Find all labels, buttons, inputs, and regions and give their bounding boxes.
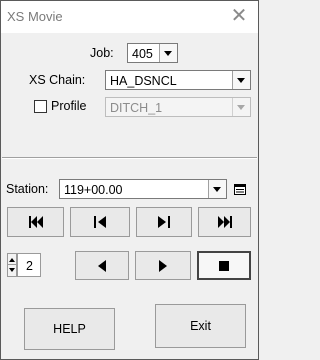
station-dropdown[interactable]: 119+00.00 xyxy=(59,179,227,199)
xs-chain-value: HA_DSNCL xyxy=(110,74,177,88)
job-dropdown[interactable]: 405 xyxy=(127,43,178,63)
skip-to-first-icon xyxy=(28,216,43,228)
speed-spinner[interactable] xyxy=(7,253,17,277)
xs-chain-label: XS Chain: xyxy=(29,73,86,87)
help-button-label: HELP xyxy=(53,322,86,336)
profile-checkbox[interactable] xyxy=(34,100,47,113)
first-station-button[interactable] xyxy=(7,207,64,237)
job-label: Job: xyxy=(90,46,114,60)
title-bar: XS Movie ✕ xyxy=(1,1,258,33)
station-label: Station: xyxy=(6,182,49,196)
next-station-button[interactable] xyxy=(136,207,192,237)
xs-chain-dropdown[interactable]: HA_DSNCL xyxy=(105,70,251,90)
step-back-icon xyxy=(94,216,106,228)
chevron-down-icon[interactable] xyxy=(232,98,250,116)
skip-to-last-icon xyxy=(217,216,232,228)
chevron-down-icon[interactable] xyxy=(208,180,226,198)
play-forward-icon xyxy=(159,259,167,272)
xs-movie-window: XS Movie ✕ Job: 405 XS Chain: HA_DSNCL P… xyxy=(0,0,259,360)
help-button[interactable]: HELP xyxy=(24,308,115,350)
exit-button[interactable]: Exit xyxy=(155,304,246,348)
speed-value-field[interactable]: 2 xyxy=(17,253,41,277)
profile-label: Profile xyxy=(51,99,87,113)
calendar-list-icon[interactable] xyxy=(232,180,248,198)
play-reverse-button[interactable] xyxy=(75,251,129,280)
job-value: 405 xyxy=(132,47,153,61)
chevron-down-icon[interactable] xyxy=(159,44,177,62)
spin-up-icon[interactable] xyxy=(9,258,15,262)
profile-value: DITCH_1 xyxy=(110,101,163,115)
step-forward-icon xyxy=(158,216,170,228)
stop-button[interactable] xyxy=(197,251,251,280)
play-forward-button[interactable] xyxy=(135,251,191,280)
play-reverse-icon xyxy=(98,259,106,272)
speed-value: 2 xyxy=(26,259,33,273)
close-icon[interactable]: ✕ xyxy=(228,5,250,27)
exit-button-label: Exit xyxy=(190,319,211,333)
chevron-down-icon[interactable] xyxy=(232,71,250,89)
station-value: 119+00.00 xyxy=(64,183,123,197)
spin-down-icon[interactable] xyxy=(9,268,15,272)
window-title: XS Movie xyxy=(7,9,63,24)
profile-dropdown[interactable]: DITCH_1 xyxy=(105,97,251,117)
last-station-button[interactable] xyxy=(198,207,251,237)
stop-icon xyxy=(219,260,229,271)
divider xyxy=(2,157,257,159)
previous-station-button[interactable] xyxy=(70,207,130,237)
